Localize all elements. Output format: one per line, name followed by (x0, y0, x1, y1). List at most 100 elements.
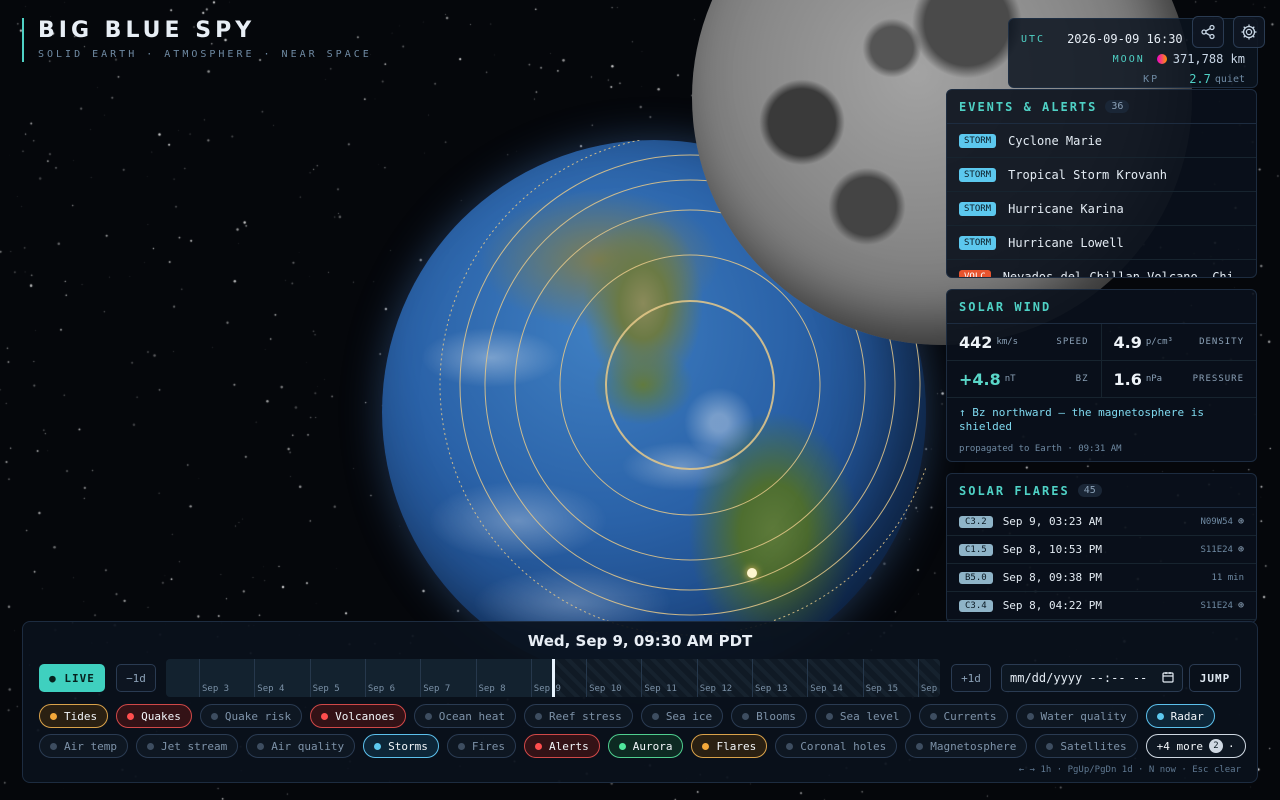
more-count-badge: 2 (1208, 739, 1223, 753)
crosshair-icon[interactable]: ⊕ (1238, 600, 1244, 611)
sw-value: 1.6 (1113, 369, 1142, 389)
timeline-label: Sep 6 (367, 684, 395, 694)
layer-toggle-blooms[interactable]: Blooms (731, 704, 807, 728)
sw-unit: km/s (996, 337, 1019, 347)
event-marker[interactable] (747, 568, 757, 578)
layer-toggles-row-2: Air temp Jet stream Air quality Storms Fires… (39, 734, 1246, 758)
layer-toggle-reef-stress[interactable]: Reef stress (523, 704, 633, 728)
caret-icon: · (1227, 739, 1235, 753)
events-alerts-panel: EVENTS & ALERTS 36 STORM Cyclone Marie S… (946, 89, 1257, 278)
layer-toggle-quakes[interactable]: Quakes (116, 704, 192, 728)
flare-duration: 11 min (1211, 572, 1244, 583)
live-button[interactable]: ● LIVE (39, 664, 105, 692)
status-dot-icon (210, 712, 218, 720)
flare-item[interactable]: B5.0 Sep 8, 09:38 PM 11 min (947, 564, 1256, 592)
status-dot-icon (702, 742, 710, 750)
layer-toggle-jet-stream[interactable]: Jet stream (135, 734, 239, 758)
layer-label: Reef stress (548, 709, 622, 723)
layer-toggle-magnetosphere[interactable]: Magnetosphere (905, 734, 1028, 758)
jump-button[interactable]: JUMP (1189, 664, 1241, 692)
timeline-scrubber[interactable]: Sep 3 Sep 4 Sep 5 Sep 6 Sep 7 Sep 8 Sep 9 Sep 1… (166, 659, 940, 697)
layer-toggle-coronal-holes[interactable]: Coronal holes (775, 734, 898, 758)
alert-name: Nevados del Chillan Volcano, Chi (1002, 269, 1234, 278)
layer-toggle-storms[interactable]: Storms (363, 734, 439, 758)
datetime-input[interactable]: mm/dd/yyyy --:-- -- (1001, 664, 1183, 692)
layer-toggle-currents[interactable]: Currents (918, 704, 1008, 728)
layer-toggle-quake-risk[interactable]: Quake risk (199, 704, 303, 728)
alert-item[interactable]: STORM Cyclone Marie (947, 124, 1256, 158)
status-dot-icon (651, 712, 659, 720)
sw-unit: p/cm³ (1145, 337, 1173, 347)
layer-toggle-volcanoes[interactable]: Volcanoes (310, 704, 406, 728)
flare-item[interactable]: C1.5 Sep 8, 10:53 PM S11E24 ⊕ (947, 536, 1256, 564)
status-dot-icon (50, 742, 57, 750)
layer-toggle-radar[interactable]: Radar (1145, 704, 1215, 728)
flare-location: S11E24 (1200, 600, 1233, 611)
layer-label: Storms (388, 739, 428, 753)
alert-item[interactable]: STORM Tropical Storm Krovanh (947, 158, 1256, 192)
moon-phase-icon (1156, 54, 1167, 64)
layer-toggle-air-temp[interactable]: Air temp (39, 734, 128, 758)
share-button[interactable] (1192, 16, 1224, 48)
moon-label: MOON (1112, 53, 1145, 65)
sw-bz: +4.8 nT BZ (947, 361, 1102, 398)
calendar-icon[interactable] (1162, 671, 1174, 686)
layer-toggle-alerts[interactable]: Alerts (523, 734, 600, 758)
alert-item[interactable]: STORM Hurricane Lowell (947, 226, 1256, 260)
sw-pressure: 1.6 nPa PRESSURE (1101, 361, 1256, 398)
alert-item[interactable]: STORM Hurricane Karina (947, 192, 1256, 226)
crosshair-icon[interactable]: ⊕ (1238, 544, 1244, 555)
timeline-label: Sep (920, 684, 938, 694)
brand: BIG BLUE SPY SOLID EARTH · ATMOSPHERE · … (22, 18, 372, 62)
layer-toggle-satellites[interactable]: Satellites (1035, 734, 1138, 758)
alert-name: Hurricane Lowell (1008, 235, 1124, 250)
layer-toggle-fires[interactable]: Fires (446, 734, 516, 758)
flare-item[interactable]: C3.4 Sep 8, 04:22 PM S11E24 ⊕ (947, 592, 1256, 620)
status-dot-icon (321, 712, 329, 720)
minus-day-button[interactable]: −1d (116, 664, 156, 692)
layer-label: Volcanoes (335, 709, 395, 723)
layer-toggle-water-quality[interactable]: Water quality (1015, 704, 1138, 728)
status-dot-icon (457, 742, 465, 750)
layer-label: Water quality (1040, 709, 1127, 723)
gear-icon (1241, 24, 1257, 40)
timeline-label: Sep 5 (312, 684, 340, 694)
sw-unit: nPa (1145, 374, 1163, 384)
layer-label: Sea level (839, 709, 900, 723)
timeline-now-handle[interactable] (552, 659, 555, 697)
status-dot-icon (534, 712, 542, 720)
status-dot-icon (534, 742, 542, 750)
current-datetime: Wed, Sep 9, 09:30 AM PDT (527, 632, 753, 650)
flare-item[interactable]: C3.2 Sep 9, 03:23 AM N09W54 ⊕ (947, 508, 1256, 536)
settings-button[interactable] (1233, 16, 1265, 48)
alert-tag: STORM (959, 235, 997, 250)
keyboard-hint: ← → 1h · PgUp/PgDn 1d · N now · Esc clea… (1018, 765, 1241, 775)
status-dot-icon (424, 712, 432, 720)
layer-toggle-tides[interactable]: Tides (39, 704, 109, 728)
layer-toggle-aurora[interactable]: Aurora (607, 734, 684, 758)
alert-item[interactable]: VOLC Nevados del Chillan Volcano, Chi (947, 260, 1256, 278)
layer-toggle-sea-level[interactable]: Sea level (814, 704, 911, 728)
layer-toggle-sea-ice[interactable]: Sea ice (640, 704, 724, 728)
timeline-tick (862, 659, 864, 697)
app-subtitle: SOLID EARTH · ATMOSPHERE · NEAR SPACE (38, 49, 372, 60)
flare-class: B5.0 (959, 571, 993, 584)
crosshair-icon[interactable]: ⊕ (1238, 516, 1244, 527)
sw-label: BZ (1075, 374, 1089, 384)
layer-label: Quakes (141, 709, 181, 723)
layer-label: Sea ice (665, 709, 713, 723)
more-layers-button[interactable]: +4 more 2 · (1145, 734, 1246, 758)
timeline-label: Sep 12 (699, 684, 733, 694)
plus-day-button[interactable]: +1d (951, 664, 991, 692)
alert-tag: STORM (959, 167, 997, 182)
status-dot-icon (916, 742, 924, 750)
alert-name: Cyclone Marie (1008, 133, 1103, 148)
flare-location: N09W54 (1200, 516, 1233, 527)
layer-toggle-air-quality[interactable]: Air quality (246, 734, 356, 758)
layer-label: Radar (1170, 709, 1204, 723)
layer-toggle-ocean-heat[interactable]: Ocean heat (413, 704, 516, 728)
timeline-label: Sep 10 (589, 684, 622, 694)
timeline-label: Sep 8 (478, 684, 506, 694)
timeline-tick (530, 659, 532, 697)
layer-toggle-flares[interactable]: Flares (691, 734, 768, 758)
